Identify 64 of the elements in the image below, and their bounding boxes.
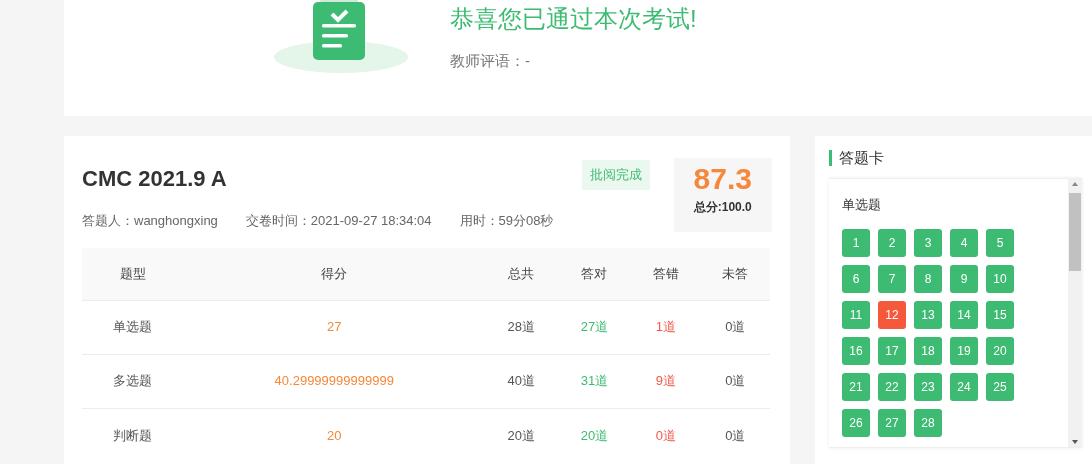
status-badge: 批阅完成 [581,160,650,190]
question-number-button[interactable]: 19 [950,336,978,365]
exam-info: 交卷时间：2021-09-27 18:34:04 [245,212,432,230]
question-number-button[interactable]: 21 [842,372,870,401]
question-number-button[interactable]: 23 [914,372,942,401]
question-number-button[interactable]: 14 [950,300,978,329]
question-number-button[interactable]: 17 [878,336,906,365]
table-cell: 31道 [557,354,631,408]
question-number-button[interactable]: 26 [842,408,870,437]
column-header: 题型 [82,248,184,300]
question-number-button[interactable]: 28 [914,408,942,437]
question-number-button[interactable]: 20 [986,336,1014,365]
question-number-button[interactable]: 2 [878,228,906,257]
question-number-button[interactable]: 18 [914,336,942,365]
pass-message: 恭喜您已通过本次考试! [450,4,697,34]
question-number-button[interactable]: 8 [914,264,942,293]
table-cell: 40道 [484,354,558,408]
table-cell: 27 [183,300,485,354]
answer-card-title: 答题卡 [829,150,1082,166]
column-header: 总共 [484,248,558,300]
question-number-button[interactable]: 10 [986,264,1014,293]
exam-info: 用时：59分08秒 [459,212,554,230]
question-number-button[interactable]: 9 [950,264,978,293]
question-number-button[interactable]: 6 [842,264,870,293]
table-cell: 多选题 [82,354,184,408]
table-cell: 9道 [631,354,701,408]
table-cell: 20道 [557,408,631,462]
table-cell: 20道 [484,408,558,462]
table-cell: 20 [183,408,485,462]
table-cell: 40.29999999999999 [183,354,485,408]
question-number-button[interactable]: 5 [986,228,1014,257]
column-header: 答错 [631,248,701,300]
total-score: 总分:100.0 [692,199,753,216]
table-cell: 28道 [484,300,558,354]
exam-title: CMC 2021.9 A [82,165,228,193]
table-cell: 单选题 [82,300,184,354]
section-title: 单选题 [842,196,882,214]
column-header: 得分 [183,248,485,300]
question-number-button[interactable]: 7 [878,264,906,293]
question-number-button[interactable]: 22 [878,372,906,401]
table-cell: 1道 [631,300,701,354]
exam-info: 答题人：wanghongxing [82,212,218,230]
question-number-button[interactable]: 12 [878,300,906,329]
question-number-button[interactable]: 4 [950,228,978,257]
table-cell: 0道 [700,354,770,408]
question-number-button[interactable]: 24 [950,372,978,401]
table-cell: 判断题 [82,408,184,462]
table-cell: 27道 [557,300,631,354]
question-number-button[interactable]: 25 [986,372,1014,401]
teacher-comment: 教师评语：- [450,51,531,71]
score-value: 87.3 [692,161,753,197]
column-header: 答对 [557,248,631,300]
scrollbar[interactable] [1068,179,1082,447]
table-cell: 0道 [631,408,701,462]
question-number-button[interactable]: 13 [914,300,942,329]
table-cell: 0道 [700,300,770,354]
question-number-button[interactable]: 11 [842,300,870,329]
table-cell: 0道 [700,408,770,462]
column-header: 未答 [700,248,770,300]
question-number-button[interactable]: 27 [878,408,906,437]
question-number-button[interactable]: 1 [842,228,870,257]
question-number-button[interactable]: 3 [914,228,942,257]
question-number-button[interactable]: 16 [842,336,870,365]
question-number-button[interactable]: 15 [986,300,1014,329]
